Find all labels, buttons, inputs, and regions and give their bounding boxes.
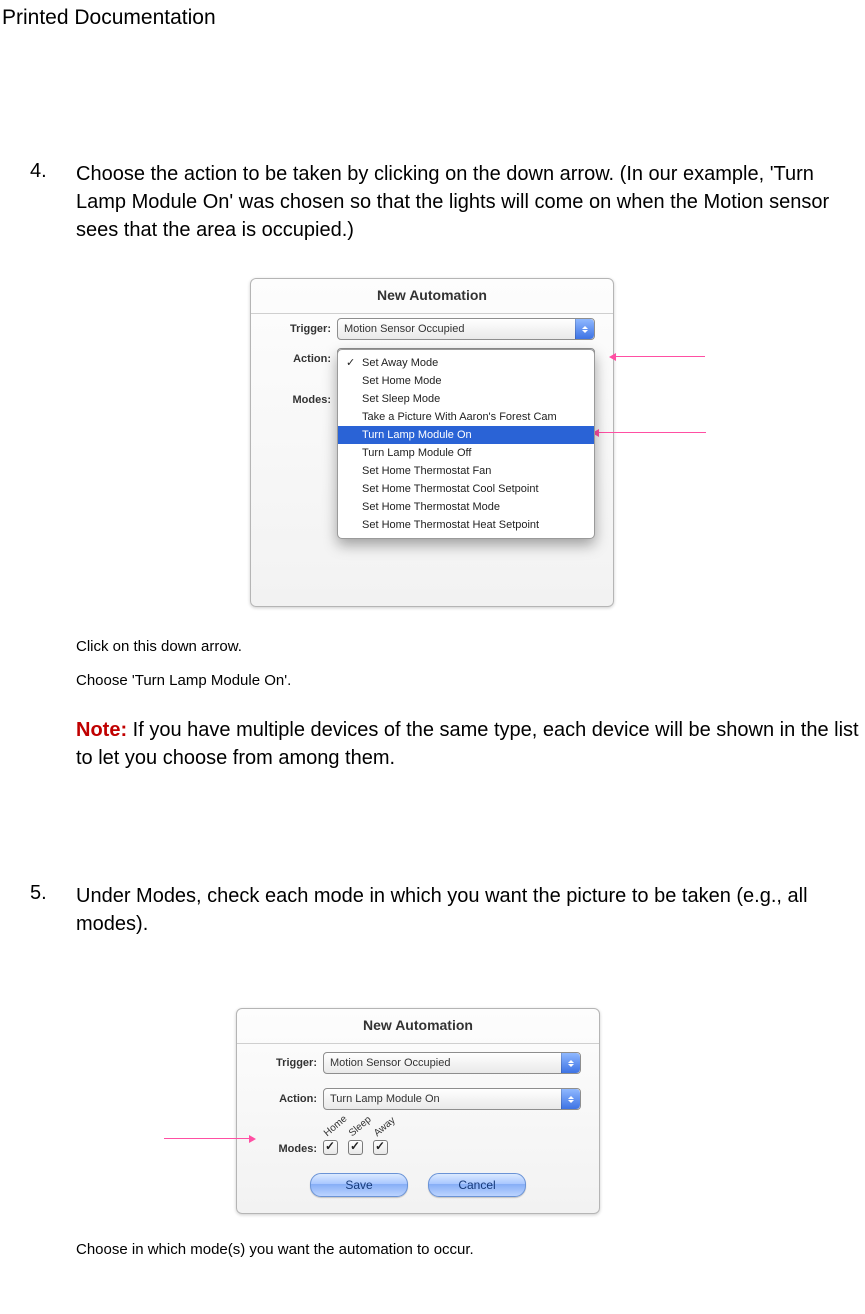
- action-value-2: Turn Lamp Module On: [330, 1093, 440, 1105]
- dropdown-item[interactable]: ✓Set Away Mode: [338, 354, 594, 372]
- mode-sleep-label: Sleep: [347, 1114, 374, 1139]
- trigger-value-2: Motion Sensor Occupied: [330, 1057, 450, 1069]
- note-text: If you have multiple devices of the same…: [76, 719, 859, 769]
- figure2-caption: Choose in which mode(s) you want the aut…: [76, 1240, 865, 1260]
- dropdown-item[interactable]: Set Home Mode: [338, 372, 594, 390]
- updown-arrows-icon: [575, 319, 594, 339]
- figure1-caption-1: Click on this down arrow.: [76, 637, 865, 657]
- panel-title-2: New Automation: [237, 1009, 599, 1044]
- callout-arrow-icon: [164, 1138, 250, 1139]
- mode-home-label: Home: [322, 1113, 350, 1139]
- new-automation-panel: New Automation Trigger: Motion Sensor Oc…: [250, 278, 614, 607]
- panel-title: New Automation: [251, 279, 613, 314]
- action-label: Action:: [269, 353, 337, 365]
- figure1-caption-2: Choose 'Turn Lamp Module On'.: [76, 671, 865, 691]
- new-automation-panel-2: New Automation Trigger: Motion Sensor Oc…: [236, 1008, 600, 1214]
- step-5: 5. Under Modes, check each mode in which…: [0, 882, 865, 938]
- action-popup-2[interactable]: Turn Lamp Module On: [323, 1088, 581, 1110]
- dropdown-item[interactable]: Turn Lamp Module Off: [338, 444, 594, 462]
- step-5-text: Under Modes, check each mode in which yo…: [76, 882, 865, 938]
- note-label: Note:: [76, 719, 127, 741]
- save-button[interactable]: Save: [310, 1173, 408, 1197]
- mode-away-checkbox[interactable]: [373, 1140, 388, 1155]
- trigger-value: Motion Sensor Occupied: [344, 323, 464, 335]
- trigger-label: Trigger:: [269, 323, 337, 335]
- modes-label: Modes:: [269, 394, 337, 406]
- updown-arrows-icon: [561, 1089, 580, 1109]
- cancel-button[interactable]: Cancel: [428, 1173, 526, 1197]
- mode-away-label: Away: [372, 1115, 398, 1139]
- step-5-number: 5.: [30, 882, 76, 938]
- dropdown-item[interactable]: Set Home Thermostat Cool Setpoint: [338, 480, 594, 498]
- figure-action-dropdown: New Automation Trigger: Motion Sensor Oc…: [250, 278, 612, 607]
- callout-arrow-icon: [615, 356, 705, 357]
- dropdown-item-selected[interactable]: Turn Lamp Module On: [338, 426, 594, 444]
- step-4-number: 4.: [30, 160, 76, 244]
- updown-arrows-icon: [561, 1053, 580, 1073]
- mode-home-checkbox[interactable]: [323, 1140, 338, 1155]
- trigger-popup[interactable]: Motion Sensor Occupied: [337, 318, 595, 340]
- figure-modes-panel: New Automation Trigger: Motion Sensor Oc…: [236, 1008, 598, 1214]
- dropdown-item[interactable]: Set Home Thermostat Heat Setpoint: [338, 516, 594, 534]
- dropdown-item[interactable]: Take a Picture With Aaron's Forest Cam: [338, 408, 594, 426]
- trigger-popup-2[interactable]: Motion Sensor Occupied: [323, 1052, 581, 1074]
- action-dropdown: ✓Set Away Mode Set Home Mode Set Sleep M…: [337, 349, 595, 539]
- trigger-label-2: Trigger:: [255, 1057, 323, 1069]
- dropdown-item[interactable]: Set Home Thermostat Mode: [338, 498, 594, 516]
- note-block: Note: If you have multiple devices of th…: [0, 716, 865, 772]
- action-label-2: Action:: [255, 1093, 323, 1105]
- dropdown-item[interactable]: Set Home Thermostat Fan: [338, 462, 594, 480]
- step-4-text: Choose the action to be taken by clickin…: [76, 160, 865, 244]
- modes-label-2: Modes:: [255, 1143, 323, 1155]
- step-4: 4. Choose the action to be taken by clic…: [0, 160, 865, 244]
- dropdown-item[interactable]: Set Sleep Mode: [338, 390, 594, 408]
- page-title: Printed Documentation: [0, 0, 865, 30]
- callout-arrow-icon: [598, 432, 706, 433]
- mode-sleep-checkbox[interactable]: [348, 1140, 363, 1155]
